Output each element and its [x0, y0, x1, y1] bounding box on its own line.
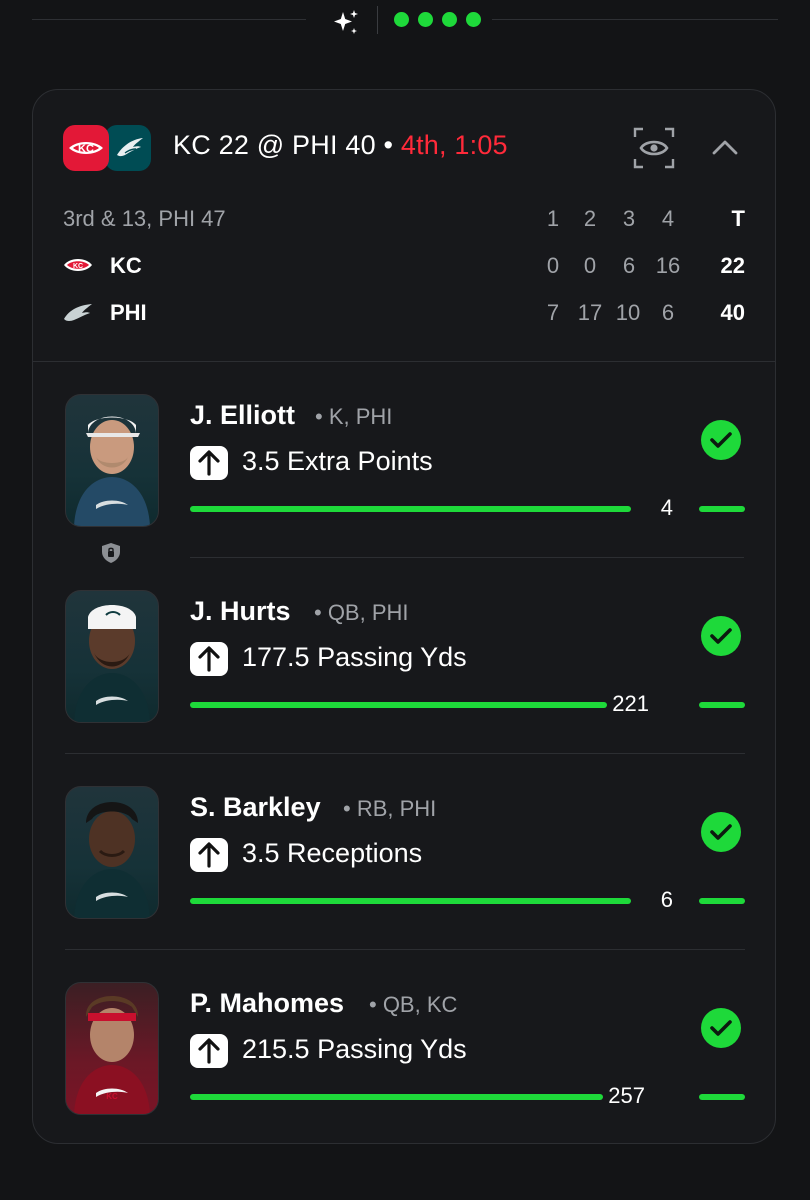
over-arrow-icon: [190, 838, 228, 872]
progress-target-marker: [699, 702, 745, 708]
page-dot[interactable]: [394, 12, 409, 27]
game-card: KC KC 22 @ PHI 40 • 4th, 1:05 3rd & 13, …: [32, 89, 776, 1144]
over-arrow-icon: [190, 1034, 228, 1068]
player-position-team: • QB, KC: [369, 992, 458, 1017]
quarter-score: 7: [546, 300, 560, 325]
prop-row[interactable]: S. Barkley • RB, PHI 3.5 Receptions 6: [33, 754, 775, 950]
svg-text:KC: KC: [73, 263, 83, 270]
check-circle-icon: [701, 812, 741, 852]
chevron-up-icon[interactable]: [709, 132, 741, 164]
player-avatar: [65, 590, 159, 723]
quarter-header: 1: [546, 206, 560, 231]
quarter-score: 10: [615, 300, 641, 325]
kc-logo-badge: KC: [63, 125, 109, 171]
prop-row[interactable]: KC P. Mahomes • QB, KC 215.5 Passing Yds…: [33, 950, 775, 1146]
player-position-team: • K, PHI: [315, 404, 393, 429]
quarter-score: 6: [622, 253, 636, 278]
team-abbr-phi: PHI: [110, 300, 147, 325]
quarter-score: 16: [655, 253, 681, 278]
progress-bar: [190, 898, 631, 904]
page-dot[interactable]: [466, 12, 481, 27]
progress-bar: [190, 1094, 603, 1100]
prop-line: 177.5 Passing Yds: [242, 642, 467, 672]
quarter-score: 6: [661, 300, 675, 325]
over-arrow-icon: [190, 642, 228, 676]
chiefs-icon: KC: [64, 259, 92, 271]
player-name: P. Mahomes: [190, 988, 345, 1018]
check-circle-icon: [701, 1008, 741, 1048]
player-avatar: KC: [65, 982, 159, 1115]
eagles-icon: [64, 304, 92, 321]
sparkle-icon[interactable]: [330, 6, 362, 38]
prop-line: 3.5 Extra Points: [242, 446, 433, 476]
player-name: J. Elliott: [190, 400, 296, 430]
header-divider-right: [492, 19, 778, 20]
player-headshot: [74, 802, 150, 918]
player-headshot: KC: [74, 996, 150, 1114]
progress-target-marker: [699, 898, 745, 904]
player-position-team: • QB, PHI: [314, 600, 409, 625]
total-header: T: [731, 206, 745, 231]
team-total-phi: 40: [720, 300, 745, 325]
quarter-header: 3: [622, 206, 636, 231]
progress-bar: [190, 506, 631, 512]
progress-value: 4: [660, 495, 673, 520]
down-distance: 3rd & 13, PHI 47: [63, 206, 226, 231]
prop-row[interactable]: J. Hurts • QB, PHI 177.5 Passing Yds 221: [33, 558, 775, 754]
progress-value: 6: [660, 887, 673, 912]
page-indicator[interactable]: [394, 12, 481, 27]
page-dot[interactable]: [418, 12, 433, 27]
progress-value: 257: [608, 1083, 645, 1108]
progress-value: 221: [612, 691, 649, 716]
game-score-line: KC 22 @ PHI 40 •: [173, 130, 394, 160]
player-name: S. Barkley: [190, 792, 321, 822]
chiefs-icon: KC: [69, 142, 103, 155]
header-divider-left: [32, 19, 306, 20]
progress-target-marker: [699, 1094, 745, 1100]
player-headshot: [74, 605, 150, 722]
svg-text:KC: KC: [78, 143, 94, 155]
player-avatar: [65, 394, 159, 527]
prop-line: 3.5 Receptions: [242, 838, 423, 868]
page-dot[interactable]: [442, 12, 457, 27]
progress-target-marker: [699, 506, 745, 512]
progress-bar: [190, 702, 607, 708]
phi-logo-badge: [105, 125, 151, 171]
over-arrow-icon: [190, 446, 228, 480]
quarter-score: 0: [583, 253, 597, 278]
player-name: J. Hurts: [190, 596, 291, 626]
player-position-team: • RB, PHI: [343, 796, 437, 821]
prop-line: 215.5 Passing Yds: [242, 1034, 467, 1064]
prop-row[interactable]: J. Elliott • K, PHI 3.5 Extra Points 4: [33, 362, 775, 563]
player-avatar: [65, 786, 159, 919]
watch-eye-icon[interactable]: [633, 127, 675, 169]
eagles-icon: [117, 138, 143, 157]
player-headshot: [74, 416, 150, 526]
quarter-header: 4: [661, 206, 675, 231]
team-abbr-kc: KC: [110, 253, 142, 278]
quarter-score: 0: [546, 253, 560, 278]
game-title: KC 22 @ PHI 40 • 4th, 1:05: [173, 130, 508, 161]
check-circle-icon: [701, 420, 741, 460]
check-circle-icon: [701, 616, 741, 656]
team-total-kc: 22: [720, 253, 745, 278]
svg-text:KC: KC: [106, 1092, 118, 1101]
game-clock: 4th, 1:05: [400, 130, 508, 160]
quarter-header: 2: [583, 206, 597, 231]
header-separator: [377, 6, 378, 34]
